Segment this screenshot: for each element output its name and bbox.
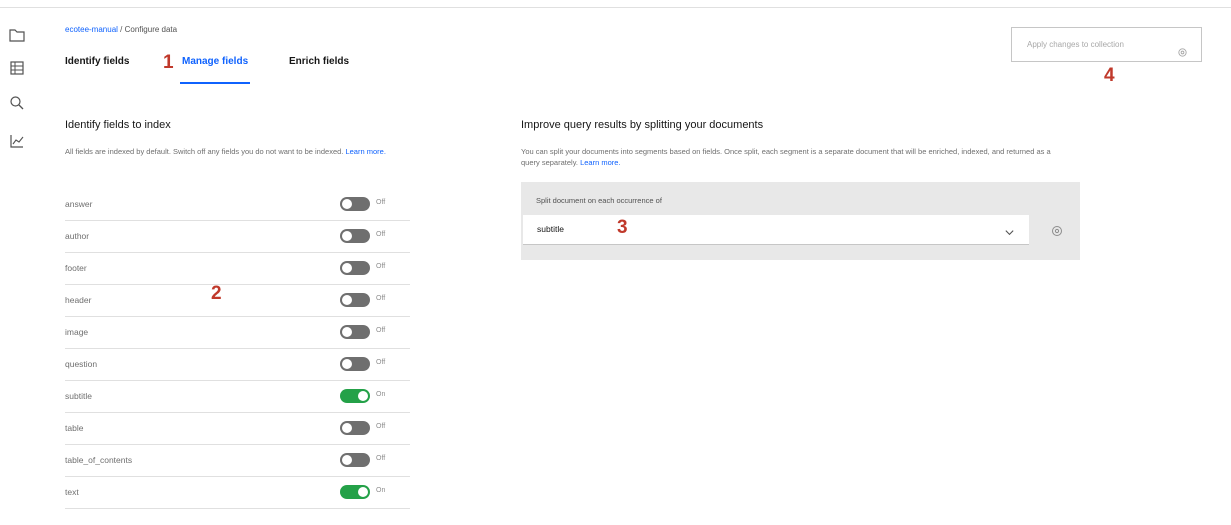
toggle-knob xyxy=(342,199,352,209)
tab-manage-fields[interactable]: Manage fields xyxy=(179,52,251,88)
index-toggle[interactable] xyxy=(340,421,370,435)
folder-icon[interactable] xyxy=(8,26,26,44)
toggle-knob xyxy=(342,455,352,465)
split-field-dropdown[interactable]: subtitle xyxy=(523,215,1029,245)
toggle-knob xyxy=(342,423,352,433)
breadcrumb: ecotee-manual / Configure data xyxy=(65,25,177,34)
toggle-knob xyxy=(342,231,352,241)
settings-icon[interactable] xyxy=(1051,224,1063,236)
gear-icon xyxy=(1177,39,1188,57)
field-name-label: footer xyxy=(65,263,87,273)
toggle-state-label: Off xyxy=(376,359,386,366)
field-row-question: question Off xyxy=(65,349,410,381)
field-row-table: table Off xyxy=(65,413,410,445)
toggle-knob xyxy=(342,263,352,273)
toggle-state-label: Off xyxy=(376,231,386,238)
field-row-author: author Off xyxy=(65,221,410,253)
toggle-knob xyxy=(358,391,368,401)
index-toggle[interactable] xyxy=(340,453,370,467)
toggle-knob xyxy=(342,327,352,337)
toggle-state-label: On xyxy=(376,487,386,494)
toggle-state-label: Off xyxy=(376,423,386,430)
chart-icon[interactable] xyxy=(8,132,26,150)
field-row-table-of-contents: table_of_contents Off xyxy=(65,445,410,477)
field-name-label: question xyxy=(65,359,98,369)
split-select-label: Split document on each occurrence of xyxy=(536,196,662,205)
split-panel-description: You can split your documents into segmen… xyxy=(521,146,1061,168)
field-name-label: table xyxy=(65,423,84,433)
toggle-knob xyxy=(342,359,352,369)
index-toggle[interactable] xyxy=(340,229,370,243)
index-toggle[interactable] xyxy=(340,485,370,499)
index-panel-title: Identify fields to index xyxy=(65,119,171,131)
index-toggle[interactable] xyxy=(340,293,370,307)
field-row-subtitle: subtitle On xyxy=(65,381,410,413)
index-learn-more-link[interactable]: Learn more. xyxy=(345,147,385,156)
index-panel-description-text: All fields are indexed by default. Switc… xyxy=(65,147,344,156)
split-learn-more-link[interactable]: Learn more. xyxy=(580,158,620,167)
toggle-state-label: Off xyxy=(376,327,386,334)
breadcrumb-project-link[interactable]: ecotee-manual xyxy=(65,25,118,34)
annotation-1: 1 xyxy=(163,52,174,73)
toggle-state-label: On xyxy=(376,391,386,398)
index-toggle[interactable] xyxy=(340,325,370,339)
split-field-selected-value: subtitle xyxy=(537,224,564,234)
toggle-state-label: Off xyxy=(376,295,386,302)
annotation-3: 3 xyxy=(617,217,628,238)
toggle-knob xyxy=(358,487,368,497)
top-divider xyxy=(0,7,1231,8)
toggle-state-label: Off xyxy=(376,199,386,206)
field-row-image: image Off xyxy=(65,317,410,349)
field-row-text: text On xyxy=(65,477,410,509)
annotation-2: 2 xyxy=(211,283,222,304)
annotation-4: 4 xyxy=(1104,65,1115,86)
apply-changes-button[interactable]: Apply changes to collection xyxy=(1011,27,1202,62)
toggle-state-label: Off xyxy=(376,263,386,270)
field-name-label: subtitle xyxy=(65,391,92,401)
field-name-label: header xyxy=(65,295,92,305)
field-row-footer: footer Off xyxy=(65,253,410,285)
icon-rail xyxy=(0,8,44,525)
index-toggle[interactable] xyxy=(340,197,370,211)
field-name-label: author xyxy=(65,231,90,241)
field-name-label: answer xyxy=(65,199,93,209)
toggle-knob xyxy=(342,295,352,305)
tab-identify-fields[interactable]: Identify fields xyxy=(65,52,129,88)
field-name-label: table_of_contents xyxy=(65,455,133,465)
apply-changes-label: Apply changes to collection xyxy=(1027,40,1124,49)
tab-enrich-fields[interactable]: Enrich fields xyxy=(289,52,349,88)
index-toggle[interactable] xyxy=(340,357,370,371)
field-name-label: image xyxy=(65,327,89,337)
split-panel-title: Improve query results by splitting your … xyxy=(521,119,764,131)
index-panel-description: All fields are indexed by default. Switc… xyxy=(65,146,410,157)
field-row-header: header Off xyxy=(65,285,410,317)
field-row-answer: answer Off xyxy=(65,189,410,221)
breadcrumb-current-page: Configure data xyxy=(124,25,178,34)
toggle-state-label: Off xyxy=(376,455,386,462)
field-name-label: text xyxy=(65,487,79,497)
index-toggle[interactable] xyxy=(340,261,370,275)
chevron-down-icon xyxy=(1004,225,1015,236)
index-toggle[interactable] xyxy=(340,389,370,403)
data-table-icon[interactable] xyxy=(8,59,26,77)
search-icon[interactable] xyxy=(8,94,26,112)
breadcrumb-separator: / xyxy=(120,25,123,34)
